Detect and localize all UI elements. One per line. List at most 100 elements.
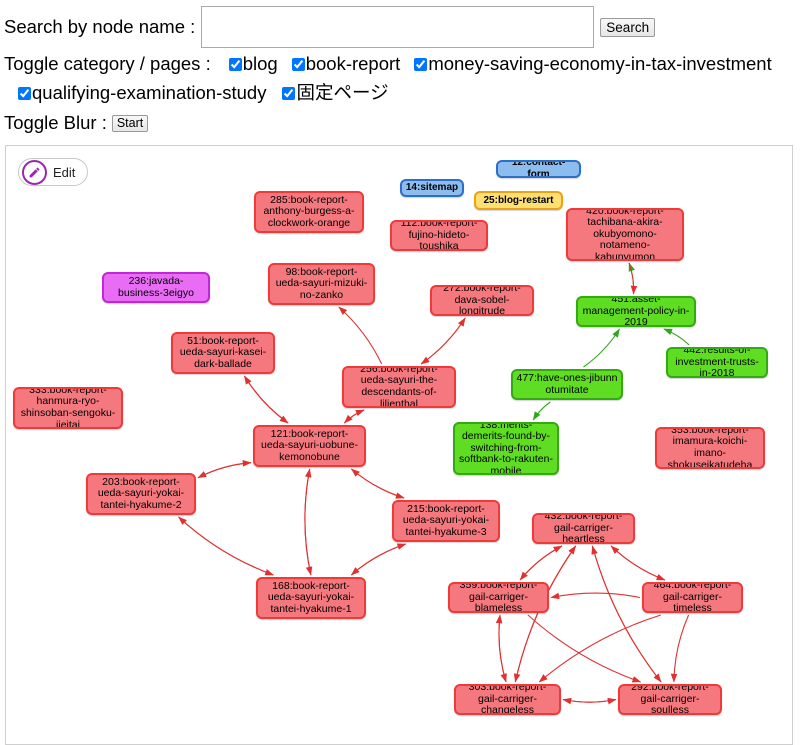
search-row: Search by node name : Search — [4, 6, 800, 48]
graph-canvas[interactable]: 285:book-report-anthony-burgess-a-clockw… — [5, 145, 793, 745]
graph-edge-168-to-121 — [304, 468, 312, 576]
toggle-blur-row: Toggle Blur : Start — [4, 109, 800, 138]
graph-edge-303-to-359 — [495, 614, 507, 683]
graph-node-label: 12:contact-form — [511, 160, 566, 178]
graph-node-121[interactable]: 121:book-report-ueda-sayuri-uobune-kemon… — [253, 425, 366, 467]
graph-edge-359-to-303 — [498, 614, 507, 683]
graph-node-label: 432:book-report-gail-carriger-heartless — [544, 513, 623, 544]
graph-edge-432-to-303 — [513, 545, 577, 683]
graph-node-label: 215:book-report-ueda-sayuri-yokai-tantei… — [402, 502, 490, 538]
graph-edge-464-to-292 — [670, 614, 690, 683]
graph-node-442[interactable]: 442:results-of-investment-trusts-in-2018 — [666, 347, 768, 378]
checkbox-fixed-pages-input[interactable] — [282, 86, 296, 100]
graph-edge-121-to-203 — [197, 462, 252, 479]
graph-node-292[interactable]: 292:book-report-gail-carriger-soulless — [618, 684, 722, 715]
graph-node-303[interactable]: 303:book-report-gail-carriger-changeless — [454, 684, 561, 715]
graph-node-label: 121:book-report-ueda-sayuri-uobune-kemon… — [261, 427, 358, 463]
checkbox-money-saving-label: money-saving-economy-in-tax-investment — [428, 53, 772, 74]
controls-panel: Search by node name : Search Toggle cate… — [0, 0, 800, 138]
graph-node-98[interactable]: 98:book-report-ueda-sayuri-mizuki-no-zan… — [268, 263, 375, 305]
graph-node-451[interactable]: 451:asset-management-policy-in-2019 — [576, 296, 696, 327]
graph-node-label: 420:book-report-tachibana-akira-okubyomo… — [586, 208, 664, 261]
graph-edge-464-to-303 — [538, 614, 661, 683]
graph-edge-203-to-168 — [178, 516, 274, 576]
graph-node-138[interactable]: 138:merits-demerits-found-by-switching-f… — [453, 422, 559, 475]
graph-node-label: 51:book-report-ueda-sayuri-kasei-dark-ba… — [179, 334, 267, 370]
checkbox-blog-input[interactable] — [228, 57, 242, 71]
graph-node-359[interactable]: 359:book-report-gail-carriger-blameless — [448, 582, 549, 613]
graph-edge-168-to-203 — [178, 516, 274, 576]
graph-edge-272-to-256 — [420, 317, 466, 365]
checkbox-book-report[interactable]: book-report — [291, 50, 400, 79]
graph-node-215[interactable]: 215:book-report-ueda-sayuri-yokai-tantei… — [392, 500, 500, 542]
graph-edge-168-to-215 — [350, 543, 407, 576]
graph-node-168[interactable]: 168:book-report-ueda-sayuri-yokai-tantei… — [256, 577, 366, 619]
graph-node-112[interactable]: 112:book-report-fujino-hideto-toushika — [390, 220, 488, 251]
graph-edge-215-to-121 — [350, 468, 405, 499]
search-button[interactable]: Search — [600, 17, 656, 37]
graph-node-256[interactable]: 256:book-report-ueda-sayuri-the-descenda… — [342, 366, 456, 408]
graph-node-label: 285:book-report-anthony-burgess-a-clockw… — [263, 193, 355, 229]
checkbox-book-report-input[interactable] — [291, 57, 305, 71]
blur-start-button[interactable]: Start — [111, 114, 149, 133]
graph-edge-477-to-451 — [583, 328, 620, 368]
graph-edge-359-to-432 — [519, 545, 563, 581]
checkbox-fixed-pages[interactable]: 固定ページ — [282, 79, 389, 108]
graph-edge-432-to-464 — [610, 545, 666, 581]
checkbox-qualifying-examination-input[interactable] — [18, 86, 31, 100]
search-input[interactable] — [201, 6, 595, 48]
toggle-category-row-2: qualifying-examination-study 固定ページ — [4, 79, 800, 108]
graph-node-label: 292:book-report-gail-carriger-soulless — [631, 684, 709, 715]
graph-edge-292-to-432 — [591, 545, 662, 683]
graph-node-label: 333:book-report-hanmura-ryo-shinsoban-se… — [20, 387, 116, 429]
checkbox-blog[interactable]: blog — [228, 50, 278, 79]
graph-node-label: 138:merits-demerits-found-by-switching-f… — [459, 422, 553, 475]
graph-edge-432-to-292 — [591, 545, 662, 683]
graph-node-label: 451:asset-management-policy-in-2019 — [582, 296, 690, 327]
graph-node-51[interactable]: 51:book-report-ueda-sayuri-kasei-dark-ba… — [171, 332, 275, 374]
graph-edge-303-to-432 — [514, 545, 577, 683]
graph-edge-464-to-359 — [550, 592, 641, 600]
graph-node-477[interactable]: 477:have-ones-jibunn otumitate — [511, 369, 623, 400]
graph-node-353[interactable]: 353:book-report-imamura-koichi-imano-sho… — [655, 427, 765, 469]
graph-edge-256-to-98 — [338, 306, 383, 365]
graph-node-333[interactable]: 333:book-report-hanmura-ryo-shinsoban-se… — [13, 387, 123, 429]
graph-node-285[interactable]: 285:book-report-anthony-burgess-a-clockw… — [254, 191, 364, 233]
graph-node-272[interactable]: 272:book-report-dava-sobel-longitrude — [430, 285, 534, 316]
graph-edge-359-to-292 — [527, 614, 642, 683]
graph-node-420[interactable]: 420:book-report-tachibana-akira-okubyomo… — [566, 208, 684, 261]
graph-node-label: 98:book-report-ueda-sayuri-mizuki-no-zan… — [275, 265, 368, 301]
graph-edge-121-to-256 — [344, 409, 365, 424]
graph-node-12[interactable]: 12:contact-form — [496, 160, 581, 178]
graph-node-label: 236:javada-business-3eigyo — [118, 274, 194, 299]
graph-node-label: 353:book-report-imamura-koichi-imano-sho… — [667, 427, 753, 469]
graph-node-label: 477:have-ones-jibunn otumitate — [516, 371, 618, 396]
graph-node-236[interactable]: 236:javada-business-3eigyo — [102, 272, 210, 303]
checkbox-money-saving[interactable]: money-saving-economy-in-tax-investment — [414, 50, 772, 79]
checkbox-blog-label: blog — [242, 53, 278, 74]
graph-node-label: 442:results-of-investment-trusts-in-2018 — [675, 347, 759, 378]
graph-node-label: 303:book-report-gail-carriger-changeless — [468, 684, 547, 715]
checkbox-fixed-pages-label: 固定ページ — [296, 81, 389, 103]
graph-edge-451-to-420 — [628, 262, 635, 295]
graph-node-432[interactable]: 432:book-report-gail-carriger-heartless — [532, 513, 635, 544]
graph-node-label: 272:book-report-dava-sobel-longitrude — [443, 285, 521, 316]
graph-edge-203-to-121 — [197, 460, 252, 479]
graph-node-14[interactable]: 14:sitemap — [400, 179, 464, 197]
graph-node-25[interactable]: 25:blog-restart — [474, 191, 563, 210]
graph-node-label: 256:book-report-ueda-sayuri-the-descenda… — [360, 366, 438, 408]
graph-node-203[interactable]: 203:book-report-ueda-sayuri-yokai-tantei… — [86, 473, 196, 515]
edit-button[interactable]: Edit — [18, 158, 89, 186]
graph-node-label: 112:book-report-fujino-hideto-toushika — [400, 220, 478, 251]
graph-node-label: 168:book-report-ueda-sayuri-yokai-tantei… — [267, 579, 355, 615]
checkbox-money-saving-input[interactable] — [414, 57, 428, 71]
graph-edge-121-to-51 — [243, 375, 289, 424]
checkbox-qualifying-examination-label: qualifying-examination-study — [32, 81, 267, 103]
graph-edge-303-to-292 — [562, 697, 617, 705]
graph-edge-292-to-303 — [562, 697, 617, 705]
graph-node-label: 203:book-report-ueda-sayuri-yokai-tantei… — [97, 475, 185, 511]
toggle-category-label: Toggle category / pages : — [4, 53, 211, 74]
graph-edge-464-to-432 — [610, 545, 666, 581]
graph-node-464[interactable]: 464:book-report-gail-carriger-timeless — [642, 582, 743, 613]
checkbox-qualifying-examination[interactable]: qualifying-examination-study — [18, 79, 266, 108]
